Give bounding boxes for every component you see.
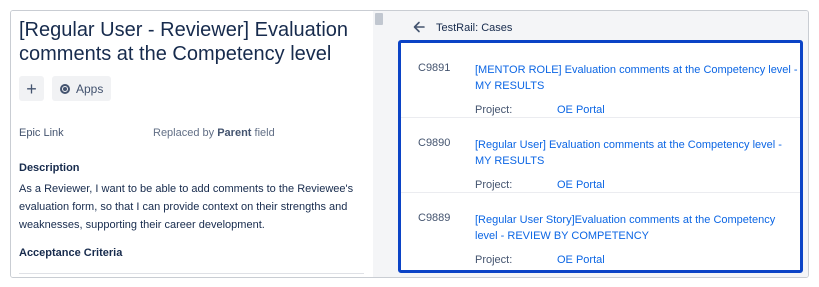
project-label: Project: xyxy=(475,104,513,116)
project-label: Project: xyxy=(475,179,513,191)
back-arrow-icon[interactable] xyxy=(412,20,426,34)
case-id: C9890 xyxy=(418,137,451,149)
apps-button[interactable]: Apps xyxy=(52,76,112,101)
project-link[interactable]: OE Portal xyxy=(557,104,605,116)
scrollbar-thumb[interactable] xyxy=(375,13,383,25)
testrail-header: TestRail: Cases xyxy=(385,11,808,43)
testrail-panel: TestRail: Cases C9891 [MENTOR ROLE] Eval… xyxy=(385,11,808,277)
epic-link-value-suffix: field xyxy=(254,127,275,139)
epic-link-value-bold: Parent xyxy=(217,127,252,139)
acceptance-criteria-heading: Acceptance Criteria xyxy=(19,247,123,259)
cases-list: C9891 [MENTOR ROLE] Evaluation comments … xyxy=(398,40,803,273)
issue-title: [Regular User - Reviewer] Evaluation com… xyxy=(19,19,349,65)
project-label: Project: xyxy=(475,254,513,266)
issue-action-buttons: + Apps xyxy=(19,76,112,101)
apps-button-label: Apps xyxy=(76,81,104,96)
case-title-link[interactable]: [Regular User Story]Evaluation comments … xyxy=(475,212,800,244)
case-id: C9891 xyxy=(418,62,451,74)
apps-icon xyxy=(60,83,70,94)
project-link[interactable]: OE Portal xyxy=(557,179,605,191)
case-row: C9890 [Regular User] Evaluation comments… xyxy=(401,118,800,193)
case-row: C9891 [MENTOR ROLE] Evaluation comments … xyxy=(401,43,800,118)
description-text[interactable]: As a Reviewer, I want to be able to add … xyxy=(19,180,359,234)
acceptance-criteria-divider xyxy=(19,273,364,274)
epic-link-value-prefix: Replaced by xyxy=(153,127,215,139)
project-link[interactable]: OE Portal xyxy=(557,254,605,266)
window-frame: [Regular User - Reviewer] Evaluation com… xyxy=(10,10,809,278)
testrail-title: TestRail: Cases xyxy=(436,22,513,34)
description-heading: Description xyxy=(19,162,80,174)
epic-link-value: Replaced by Parent field xyxy=(153,127,275,139)
issue-panel: [Regular User - Reviewer] Evaluation com… xyxy=(11,11,373,277)
case-row: C9889 [Regular User Story]Evaluation com… xyxy=(401,193,800,270)
case-id: C9889 xyxy=(418,212,451,224)
add-button[interactable]: + xyxy=(19,76,44,101)
case-title-link[interactable]: [Regular User] Evaluation comments at th… xyxy=(475,137,800,169)
scrollbar-track[interactable] xyxy=(373,11,385,277)
case-title-link[interactable]: [MENTOR ROLE] Evaluation comments at the… xyxy=(475,62,800,94)
epic-link-label: Epic Link xyxy=(19,127,64,139)
